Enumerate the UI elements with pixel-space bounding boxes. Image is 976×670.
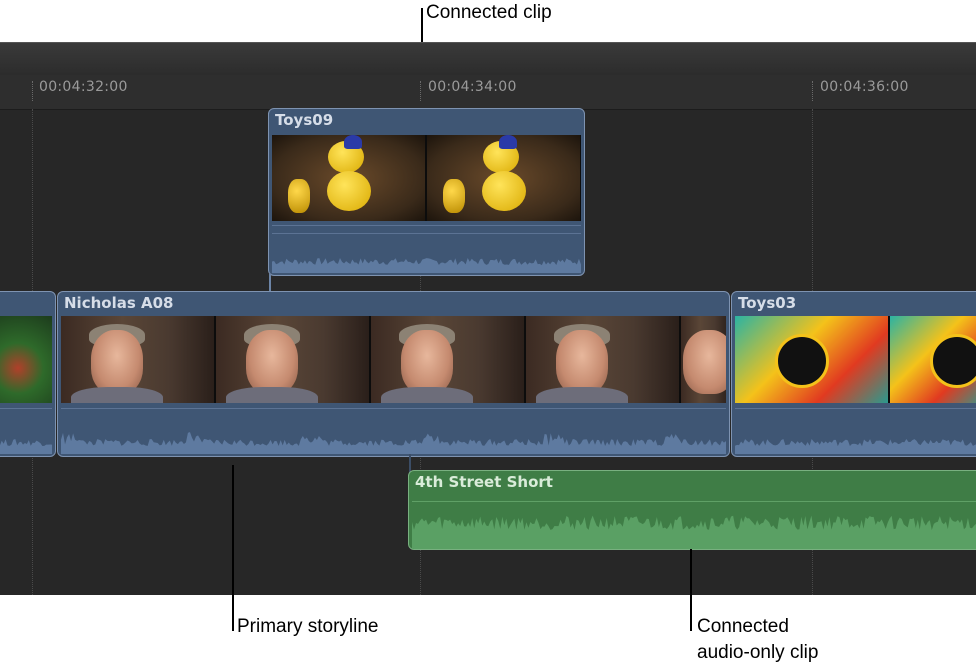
- person-thumbnail-shirt: [226, 387, 318, 403]
- ruler-tick-label: 00:04:36:00: [820, 79, 909, 95]
- waveform-shape: [0, 439, 52, 454]
- clip-title: Nicholas A08: [64, 294, 174, 312]
- clip-divider: [272, 225, 581, 226]
- clip-divider: [412, 501, 976, 502]
- clip-filmstrip: [0, 316, 52, 403]
- waveform-shape: [272, 257, 581, 273]
- person-thumbnail-shirt: [71, 387, 163, 403]
- primary-clip-nicholas-a08[interactable]: Nicholas A08: [57, 291, 730, 457]
- clip-title: Toys03: [738, 294, 797, 312]
- toy-thumbnail-small: [288, 179, 310, 213]
- person-thumbnail-shirt: [536, 387, 628, 403]
- toy-thumbnail-small: [443, 179, 465, 213]
- ruler-tick: [32, 81, 33, 101]
- person-thumbnail-face: [556, 330, 608, 394]
- audio-waveform: [735, 418, 976, 454]
- filmstrip-frame: [272, 135, 427, 221]
- connected-clip-callout: Connected clip: [426, 2, 552, 23]
- filmstrip-frame: [0, 316, 52, 403]
- audio-waveform: [272, 237, 581, 273]
- filmstrip-frame: [61, 316, 216, 403]
- toy-thumbnail-body: [327, 171, 371, 211]
- clip-filmstrip: [735, 316, 976, 403]
- waveform-shape: [412, 515, 976, 549]
- toy-thumbnail-hat: [344, 135, 362, 149]
- waveform-shape: [61, 432, 726, 454]
- primary-clip-toys03[interactable]: Toys03: [731, 291, 976, 457]
- filmstrip-frame: [890, 316, 976, 403]
- clip-title: Toys09: [275, 111, 334, 129]
- filmstrip-frame: [216, 316, 371, 403]
- timeline-ruler[interactable]: 00:04:32:00 00:04:34:00 00:04:36:00: [0, 75, 976, 110]
- ruler-tick-label: 00:04:34:00: [428, 79, 517, 95]
- connected-clip-toys09[interactable]: Toys09: [268, 108, 585, 276]
- box-thumbnail-face: [930, 334, 976, 388]
- connected-audio-clip-4th-street-short[interactable]: 4th Street Short: [408, 470, 976, 550]
- audio-only-callout: Connected audio-only clip: [697, 614, 818, 666]
- clip-divider: [272, 233, 581, 234]
- toy-thumbnail-body: [482, 171, 526, 211]
- clip-title: 4th Street Short: [415, 473, 553, 491]
- clip-divider: [0, 408, 52, 409]
- audio-only-callout-line1: Connected: [697, 616, 789, 637]
- clip-divider: [61, 408, 726, 409]
- filmstrip-frame: [371, 316, 526, 403]
- clip-divider: [735, 408, 976, 409]
- person-thumbnail-face: [683, 330, 726, 394]
- waveform-shape: [735, 438, 976, 454]
- ruler-tick-label: 00:04:32:00: [39, 79, 128, 95]
- primary-clip-left[interactable]: [0, 291, 56, 457]
- clip-filmstrip: [272, 135, 581, 221]
- toy-thumbnail-hat: [499, 135, 517, 149]
- primary-storyline-callout-line: [232, 465, 234, 631]
- clip-filmstrip: [61, 316, 726, 403]
- ruler-tick: [812, 81, 813, 101]
- filmstrip-frame: [526, 316, 681, 403]
- filmstrip-frame: [681, 316, 726, 403]
- ruler-tick: [420, 81, 421, 101]
- audio-only-callout-line2: audio-only clip: [697, 642, 819, 663]
- primary-storyline-callout: Primary storyline: [237, 616, 379, 637]
- timeline[interactable]: 00:04:32:00 00:04:34:00 00:04:36:00 Toys…: [0, 42, 976, 595]
- timeline-header-bar: [0, 42, 976, 76]
- filmstrip-frame: [735, 316, 890, 403]
- person-thumbnail-shirt: [381, 387, 473, 403]
- box-thumbnail-face: [775, 334, 829, 388]
- audio-waveform: [0, 418, 52, 454]
- audio-waveform: [61, 418, 726, 454]
- audio-waveform: [412, 507, 976, 549]
- audio-only-callout-line: [690, 549, 692, 631]
- person-thumbnail-face: [401, 330, 453, 394]
- filmstrip-frame: [427, 135, 581, 221]
- person-thumbnail-face: [91, 330, 143, 394]
- person-thumbnail-face: [246, 330, 298, 394]
